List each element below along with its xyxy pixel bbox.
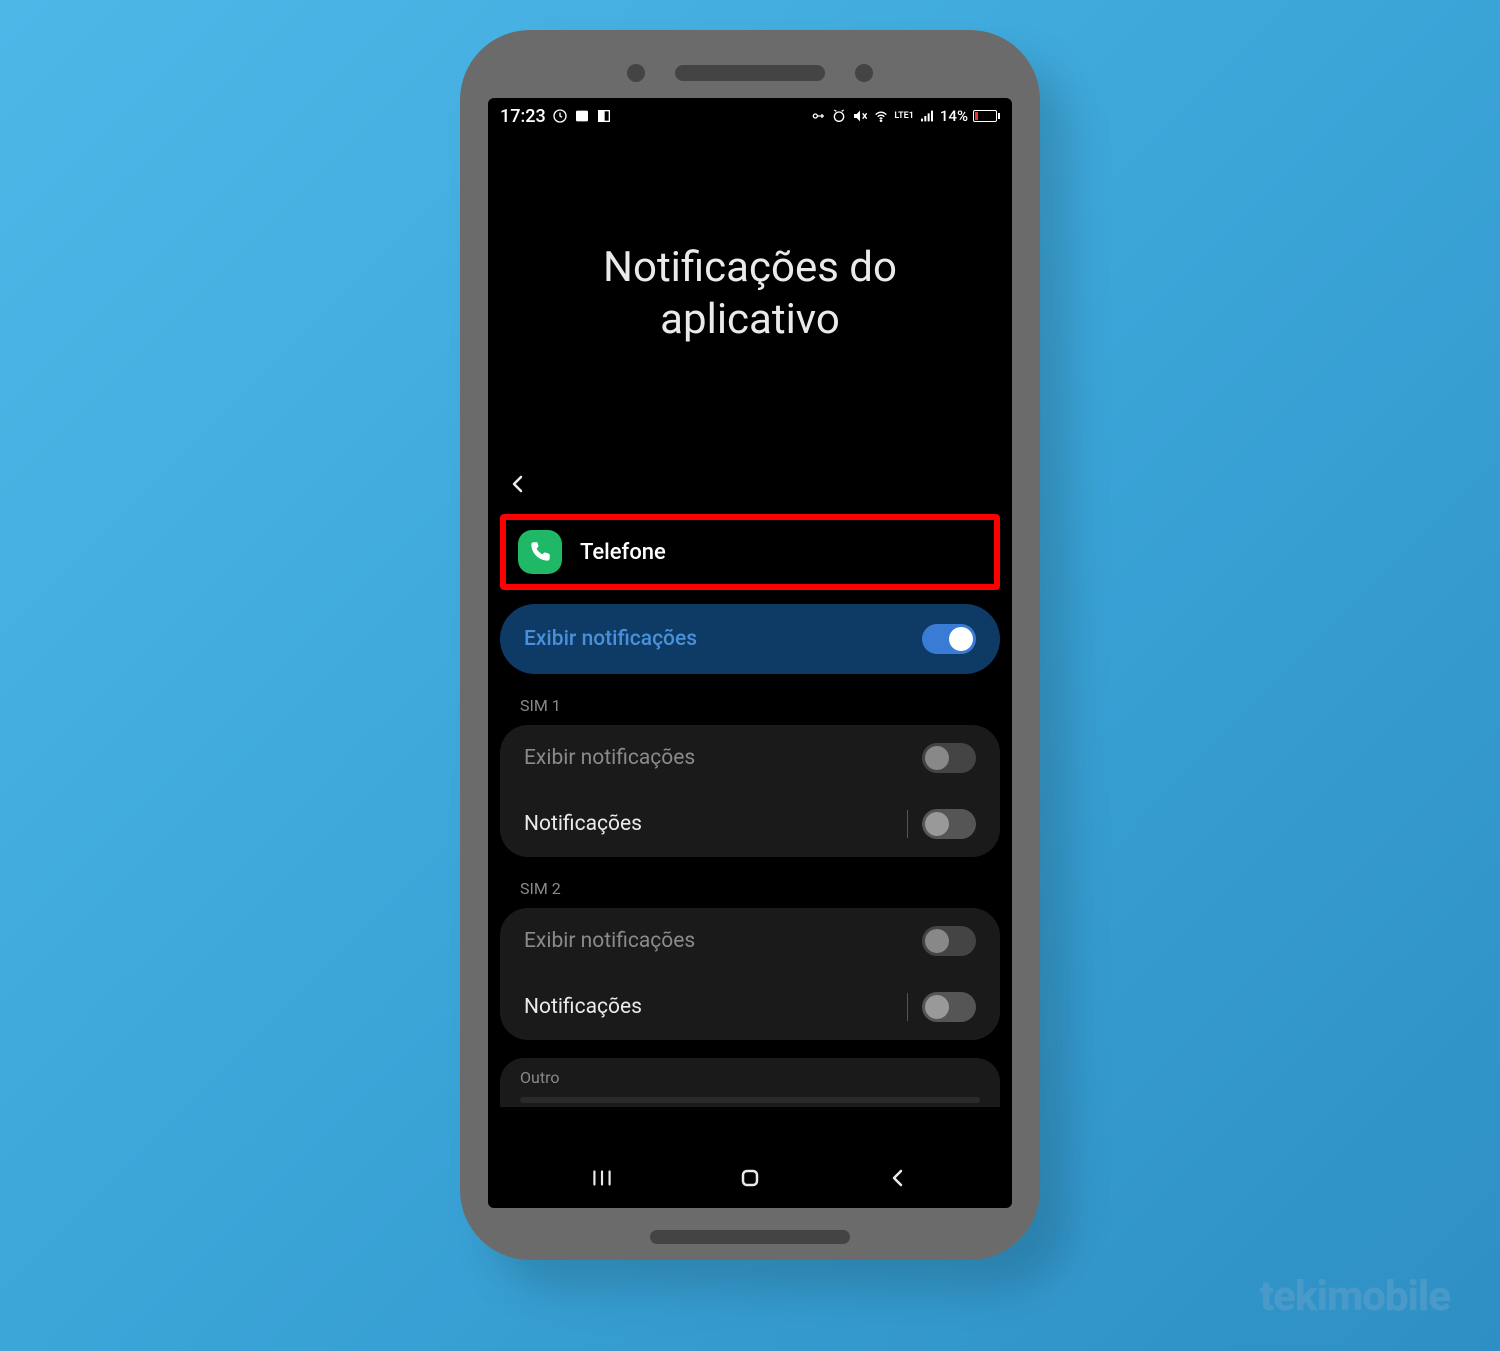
key-icon bbox=[810, 108, 826, 124]
toggle-switch[interactable] bbox=[922, 926, 976, 956]
app-name-label: Telefone bbox=[580, 540, 666, 565]
battery-percent: 14% bbox=[940, 107, 968, 125]
list-item[interactable]: Exibir notificações bbox=[500, 908, 1000, 974]
row-label: Notificações bbox=[524, 995, 642, 1019]
section-header: Outro bbox=[520, 1068, 980, 1091]
watermark-label: tekimobile bbox=[1260, 1272, 1450, 1321]
mute-icon bbox=[852, 108, 868, 124]
master-toggle-switch[interactable] bbox=[922, 624, 976, 654]
alarm-icon bbox=[831, 108, 847, 124]
phone-frame: 17:23 bbox=[460, 30, 1040, 1260]
list-item[interactable]: Notificações bbox=[500, 974, 1000, 1040]
status-bar: 17:23 bbox=[488, 98, 1012, 134]
back-icon[interactable] bbox=[506, 472, 530, 496]
toggle-switch[interactable] bbox=[922, 809, 976, 839]
square-icon bbox=[596, 108, 612, 124]
row-label: Exibir notificações bbox=[524, 746, 695, 770]
toggle-switch[interactable] bbox=[922, 743, 976, 773]
section-header: SIM 2 bbox=[500, 875, 1000, 908]
row-label: Exibir notificações bbox=[524, 929, 695, 953]
camera-dot-icon bbox=[627, 64, 645, 82]
section-outro: Outro bbox=[500, 1058, 1000, 1107]
back-button[interactable] bbox=[883, 1163, 913, 1193]
status-time: 17:23 bbox=[500, 106, 546, 127]
image-icon bbox=[574, 108, 590, 124]
phone-app-icon bbox=[518, 530, 562, 574]
battery-icon bbox=[973, 110, 1000, 122]
row-label: Notificações bbox=[524, 812, 642, 836]
divider-icon bbox=[907, 810, 908, 838]
list-item[interactable]: Notificações bbox=[500, 791, 1000, 857]
network-label: LTE1 bbox=[894, 112, 914, 121]
section-sim1: SIM 1 Exibir notificações Notificações bbox=[500, 692, 1000, 857]
divider-icon bbox=[907, 993, 908, 1021]
speaker-slot-icon bbox=[675, 65, 825, 81]
camera-dot-icon bbox=[855, 64, 873, 82]
home-button[interactable] bbox=[735, 1163, 765, 1193]
master-toggle-row[interactable]: Exibir notificações bbox=[500, 604, 1000, 674]
master-toggle-label: Exibir notificações bbox=[524, 627, 697, 651]
clock-icon bbox=[552, 108, 568, 124]
toggle-switch[interactable] bbox=[922, 992, 976, 1022]
home-bar-icon bbox=[650, 1230, 850, 1244]
android-navbar bbox=[488, 1148, 1012, 1208]
section-sim2: SIM 2 Exibir notificações Notificações bbox=[500, 875, 1000, 1040]
signal-icon bbox=[919, 108, 935, 124]
section-header: SIM 1 bbox=[500, 692, 1000, 725]
page-title: Notificações do aplicativo bbox=[528, 242, 972, 347]
recents-button[interactable] bbox=[587, 1163, 617, 1193]
list-item[interactable]: Exibir notificações bbox=[500, 725, 1000, 791]
phone-screen: 17:23 bbox=[488, 98, 1012, 1208]
app-row-highlighted[interactable]: Telefone bbox=[500, 514, 1000, 590]
wifi-icon bbox=[873, 108, 889, 124]
scrollbar-track[interactable] bbox=[520, 1097, 980, 1103]
